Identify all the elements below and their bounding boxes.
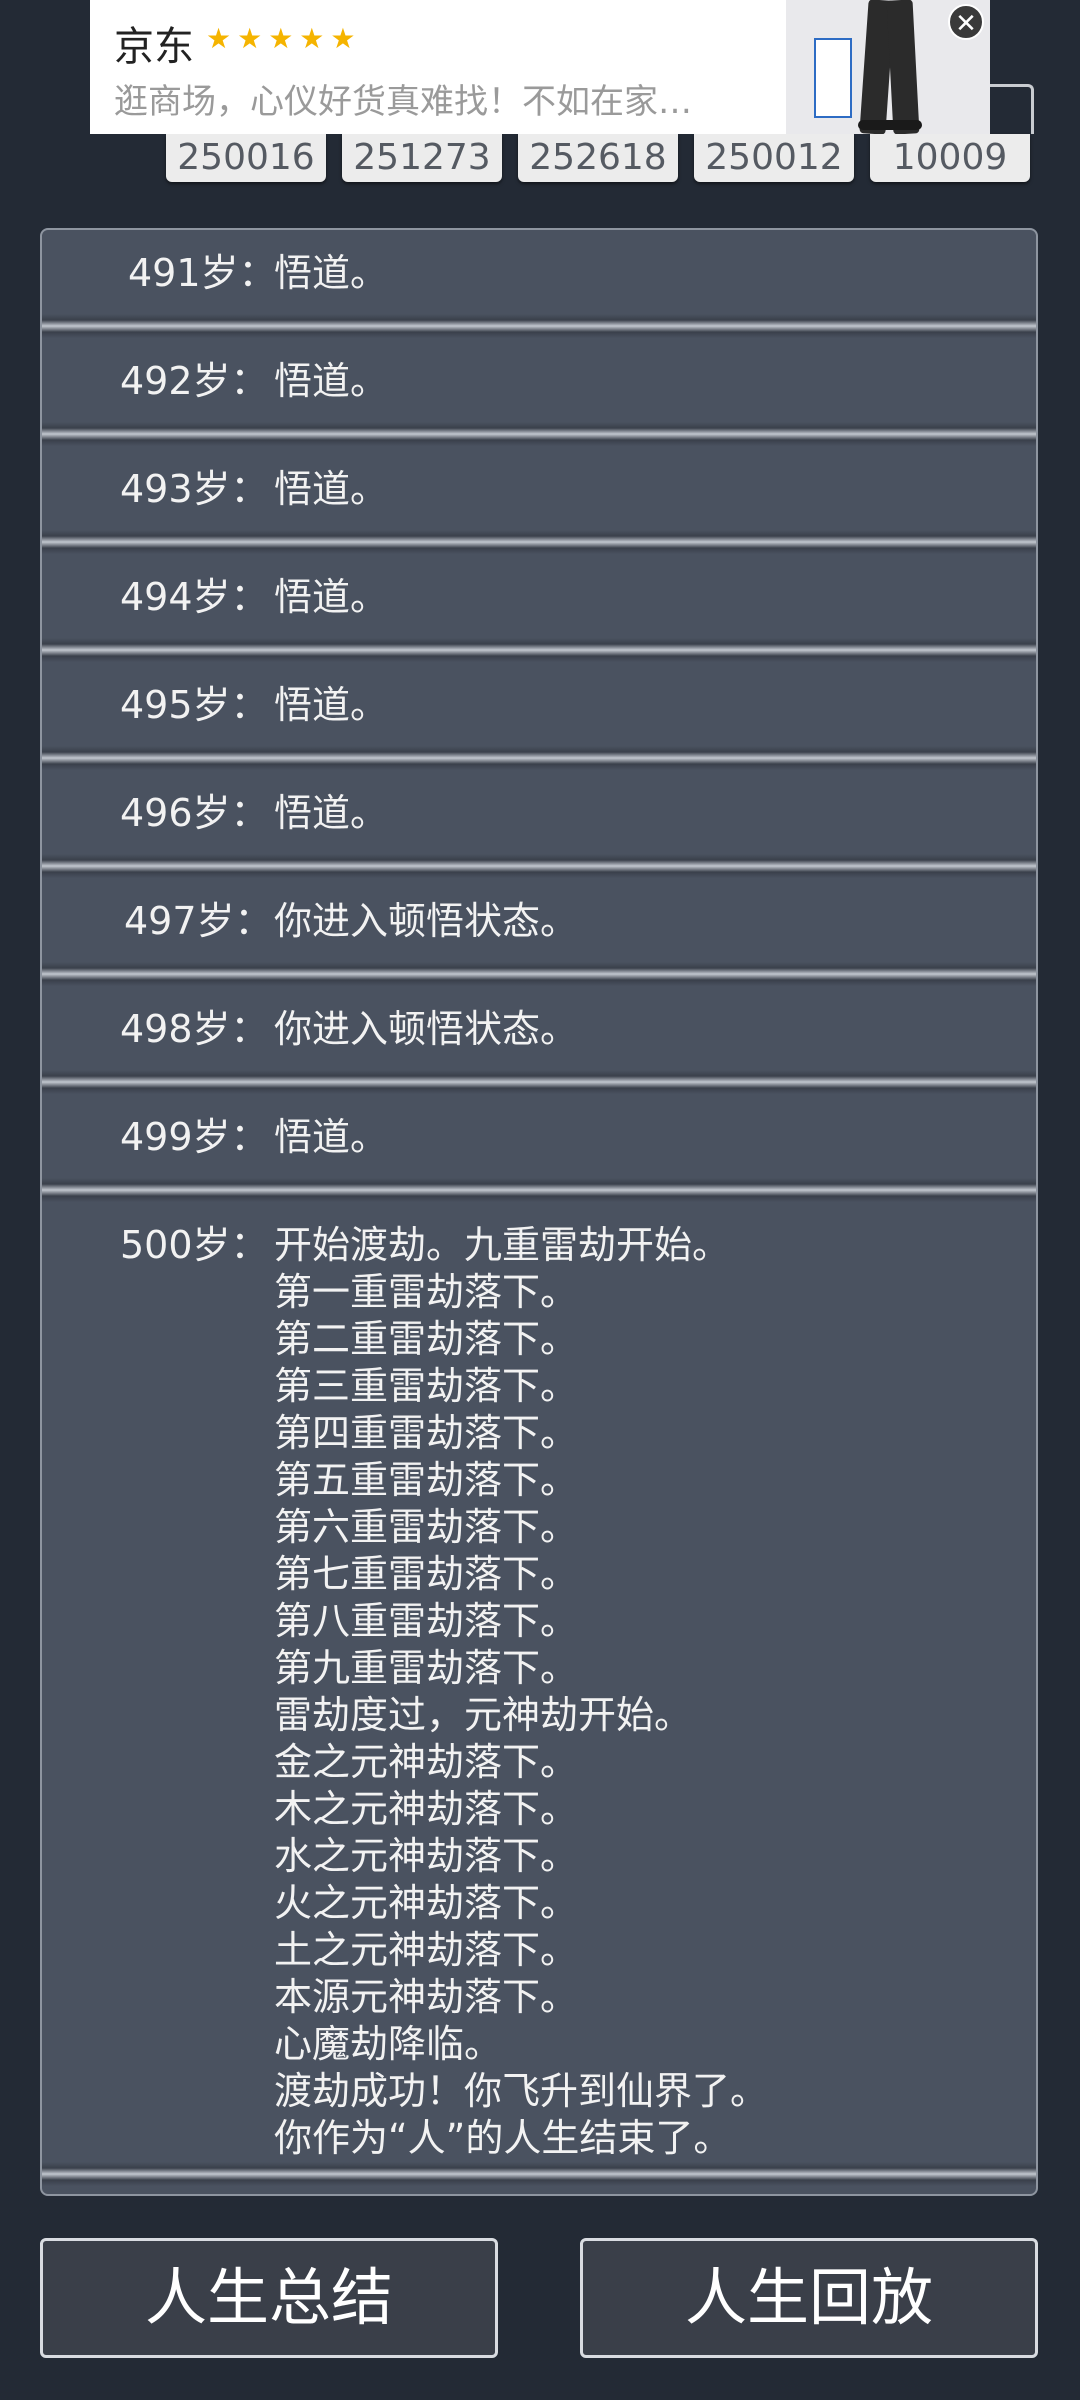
- code-chip[interactable]: 250016: [166, 134, 326, 182]
- ad-brand: 京东: [114, 24, 194, 70]
- log-age: 492岁：: [120, 359, 269, 403]
- log-line: 渡劫成功！你飞升到仙界了。: [274, 2069, 769, 2113]
- log-age: 496岁：: [120, 791, 269, 835]
- log-entry: 496岁： 悟道。: [42, 770, 1036, 854]
- log-entry: 494岁： 悟道。: [42, 554, 1036, 638]
- log-line: 第六重雷劫落下。: [274, 1505, 579, 1549]
- log-age: 500岁：: [120, 1223, 269, 1267]
- log-entry: 499岁： 悟道。: [42, 1094, 1036, 1178]
- log-divider: [42, 314, 1036, 338]
- log-entry: 492岁： 悟道。: [42, 338, 1036, 422]
- ad-rating-stars: ★★★★★: [206, 22, 362, 55]
- log-message: 悟道。: [274, 1115, 389, 1159]
- close-icon[interactable]: ✕: [948, 4, 984, 40]
- log-age: 499岁：: [120, 1115, 269, 1159]
- log-age: 494岁：: [120, 575, 269, 619]
- log-line: 雷劫度过，元神劫开始。: [274, 1693, 693, 1737]
- code-chip[interactable]: 252618: [518, 134, 678, 182]
- log-divider: [42, 854, 1036, 878]
- log-divider: [42, 1070, 1036, 1094]
- log-line: 第五重雷劫落下。: [274, 1458, 579, 1502]
- log-entry: 491岁： 悟道。: [42, 230, 1036, 314]
- log-divider: [42, 1178, 1036, 1202]
- log-message: 悟道。: [274, 467, 389, 511]
- ad-banner[interactable]: 京东 ★★★★★ 逛商场，心仪好货真难找！不如在家… ✕: [90, 0, 990, 134]
- log-age: 497岁：: [124, 899, 273, 943]
- log-line: 木之元神劫落下。: [274, 1787, 579, 1831]
- code-chip[interactable]: 250012: [694, 134, 854, 182]
- log-line: 第九重雷劫落下。: [274, 1646, 579, 1690]
- life-replay-button[interactable]: 人生回放: [580, 2238, 1038, 2358]
- log-age: 491岁：: [128, 251, 277, 295]
- log-message-lines: 开始渡劫。九重雷劫开始。 第一重雷劫落下。 第二重雷劫落下。 第三重雷劫落下。 …: [274, 1222, 768, 2162]
- log-line: 水之元神劫落下。: [274, 1834, 579, 1878]
- log-line: 开始渡劫。九重雷劫开始。: [274, 1223, 731, 1267]
- log-message: 悟道。: [274, 251, 389, 295]
- log-divider: [42, 962, 1036, 986]
- log-message: 悟道。: [274, 683, 389, 727]
- log-age: 493岁：: [120, 467, 269, 511]
- code-chip[interactable]: 10009: [870, 134, 1030, 182]
- shoe-image: [858, 120, 922, 130]
- log-entry: 500岁： 开始渡劫。九重雷劫开始。 第一重雷劫落下。 第二重雷劫落下。 第三重…: [42, 1202, 1036, 2162]
- log-message: 你进入顿悟状态。: [274, 1007, 579, 1051]
- log-divider: [42, 422, 1036, 446]
- log-entry: 498岁： 你进入顿悟状态。: [42, 986, 1036, 1070]
- log-line: 第四重雷劫落下。: [274, 1411, 579, 1455]
- log-message: 悟道。: [274, 791, 389, 835]
- log-message: 悟道。: [274, 575, 389, 619]
- log-message: 你进入顿悟状态。: [274, 899, 579, 943]
- log-age: 495岁：: [120, 683, 269, 727]
- log-line: 第二重雷劫落下。: [274, 1317, 579, 1361]
- panel-frame-edge: [990, 84, 1034, 134]
- log-divider: [42, 638, 1036, 662]
- log-line: 金之元神劫落下。: [274, 1740, 579, 1784]
- ad-product-tag: [814, 38, 852, 118]
- log-line: 心魔劫降临。: [274, 2022, 503, 2066]
- ad-description: 逛商场，心仪好货真难找！不如在家…: [114, 82, 692, 122]
- trousers-image: [886, 0, 920, 134]
- log-line: 第七重雷劫落下。: [274, 1552, 579, 1596]
- log-entry: 493岁： 悟道。: [42, 446, 1036, 530]
- code-chip[interactable]: 251273: [342, 134, 502, 182]
- log-message: 悟道。: [274, 359, 389, 403]
- log-entry: 497岁： 你进入顿悟状态。: [42, 878, 1036, 962]
- log-divider: [42, 2162, 1036, 2186]
- log-line: 火之元神劫落下。: [274, 1881, 579, 1925]
- log-line: 第一重雷劫落下。: [274, 1270, 579, 1314]
- log-divider: [42, 746, 1036, 770]
- log-line: 本源元神劫落下。: [274, 1975, 579, 2019]
- log-divider: [42, 530, 1036, 554]
- life-log-panel[interactable]: 491岁： 悟道。 492岁： 悟道。 493岁： 悟道。 494岁： 悟道。 …: [40, 228, 1038, 2196]
- log-line: 土之元神劫落下。: [274, 1928, 579, 1972]
- log-line: 第八重雷劫落下。: [274, 1599, 579, 1643]
- log-line: 第三重雷劫落下。: [274, 1364, 579, 1408]
- log-line: 你作为“人”的人生结束了。: [274, 2116, 732, 2160]
- life-summary-button[interactable]: 人生总结: [40, 2238, 498, 2358]
- log-age: 498岁：: [120, 1007, 269, 1051]
- log-entry: 495岁： 悟道。: [42, 662, 1036, 746]
